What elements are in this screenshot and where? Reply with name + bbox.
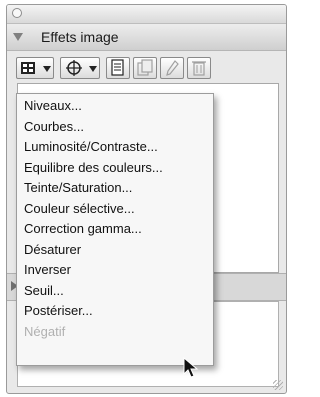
duplicate-icon	[137, 59, 153, 76]
menu-item-correction-gamma[interactable]: Correction gamma...	[17, 219, 213, 240]
grid-icon	[21, 62, 35, 74]
section-header[interactable]: Effets image	[7, 24, 286, 51]
duplicate-effect-button[interactable]	[133, 57, 157, 79]
menu-item-couleur-selective[interactable]: Couleur sélective...	[17, 199, 213, 220]
menu-item-desaturer[interactable]: Désaturer	[17, 240, 213, 261]
section-title: Effets image	[41, 29, 119, 45]
chevron-down-icon	[43, 66, 51, 72]
menu-item-niveaux[interactable]: Niveaux...	[17, 96, 213, 117]
adjustments-dropdown-button[interactable]	[16, 57, 54, 79]
edit-effect-button[interactable]	[160, 57, 184, 79]
menu-item-luminosite-contraste[interactable]: Luminosité/Contraste...	[17, 137, 213, 158]
delete-effect-button[interactable]	[187, 57, 211, 79]
crosshair-icon	[66, 60, 82, 76]
panel-titlebar[interactable]	[7, 5, 286, 24]
menu-item-seuil[interactable]: Seuil...	[17, 281, 213, 302]
resize-grip-icon[interactable]	[273, 380, 283, 390]
new-effect-button[interactable]	[106, 57, 130, 79]
menu-item-posteriser[interactable]: Postériser...	[17, 301, 213, 322]
menu-item-equilibre-couleurs[interactable]: Equilibre des couleurs...	[17, 158, 213, 179]
menu-item-teinte-saturation[interactable]: Teinte/Saturation...	[17, 178, 213, 199]
menu-item-negatif: Négatif	[24, 323, 66, 339]
mouse-pointer-icon	[183, 357, 199, 378]
menu-item-inverser[interactable]: Inverser	[17, 260, 213, 281]
trash-icon	[192, 61, 206, 76]
menu-item-courbes[interactable]: Courbes...	[17, 117, 213, 138]
document-icon	[111, 59, 124, 76]
chevron-down-icon	[89, 66, 97, 72]
effects-toolbar	[7, 51, 286, 81]
close-circle-icon[interactable]	[12, 8, 22, 18]
adjustments-menu: Niveaux... Courbes... Luminosité/Contras…	[16, 93, 214, 366]
disclosure-triangle-icon[interactable]	[13, 33, 23, 41]
pencil-icon	[166, 60, 179, 76]
filters-dropdown-button[interactable]	[60, 57, 100, 79]
